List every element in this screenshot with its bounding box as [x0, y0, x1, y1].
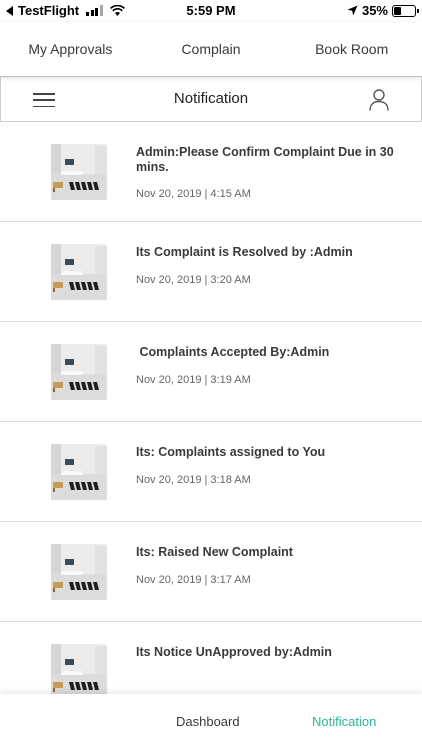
battery-icon — [392, 4, 419, 17]
notification-message: Complaints Accepted By:Admin — [136, 345, 330, 359]
notification-date: Nov 20, 2019 | 3:17 AM — [136, 574, 251, 586]
status-bar: TestFlight 5:59 PM 35% — [0, 0, 422, 22]
page-title: Notification — [173, 90, 249, 107]
room-thumbnail-image — [51, 344, 107, 400]
notification-message: Its: Raised New Complaint — [136, 545, 293, 559]
room-thumbnail-image — [51, 544, 107, 600]
notification-item[interactable]: Its Complaint is Resolved by :Admin Nov … — [0, 222, 422, 322]
notification-date: Nov 20, 2019 | 4:15 AM — [136, 188, 251, 200]
tab-complain[interactable]: Complain — [141, 22, 282, 76]
status-right: 35% — [347, 3, 419, 18]
notification-message: Its Notice UnApproved by:Admin — [136, 645, 332, 659]
bottom-navigation: Dashboard Notification — [0, 694, 422, 750]
notification-item[interactable]: Its: Complaints assigned to You Nov 20, … — [0, 422, 422, 522]
location-arrow-icon — [347, 5, 358, 16]
notification-message: Admin:Please Confirm Complaint Due in 30… — [136, 145, 398, 174]
battery-fill — [394, 6, 401, 15]
header-bar: Notification — [0, 76, 422, 122]
tab-my-approvals[interactable]: My Approvals — [0, 22, 141, 76]
room-thumbnail-image — [51, 144, 107, 200]
notification-item[interactable]: Its: Raised New Complaint Nov 20, 2019 |… — [0, 522, 422, 622]
room-thumbnail-image — [51, 444, 107, 500]
tab-book-room[interactable]: Book Room — [281, 22, 422, 76]
notification-date: Nov 20, 2019 | 3:19 AM — [136, 374, 251, 386]
nav-dashboard[interactable]: Dashboard — [176, 714, 240, 729]
nav-notification[interactable]: Notification — [312, 714, 376, 729]
notification-item[interactable]: Its Notice UnApproved by:Admin — [0, 622, 422, 694]
room-thumbnail-image — [51, 244, 107, 300]
notification-message: Its: Complaints assigned to You — [136, 445, 326, 459]
battery-percent: 35% — [361, 3, 388, 18]
notification-date: Nov 20, 2019 | 3:20 AM — [136, 274, 251, 286]
notification-item[interactable]: Complaints Accepted By:Admin Nov 20, 201… — [0, 322, 422, 422]
notification-message: Its Complaint is Resolved by :Admin — [136, 245, 353, 259]
notification-date: Nov 20, 2019 | 3:18 AM — [136, 474, 251, 486]
notification-list: Admin:Please Confirm Complaint Due in 30… — [0, 122, 422, 694]
top-tabs: My Approvals Complain Book Room — [0, 22, 422, 76]
user-profile-icon[interactable] — [369, 89, 389, 111]
room-thumbnail-image — [51, 644, 107, 694]
notification-item[interactable]: Admin:Please Confirm Complaint Due in 30… — [0, 122, 422, 222]
